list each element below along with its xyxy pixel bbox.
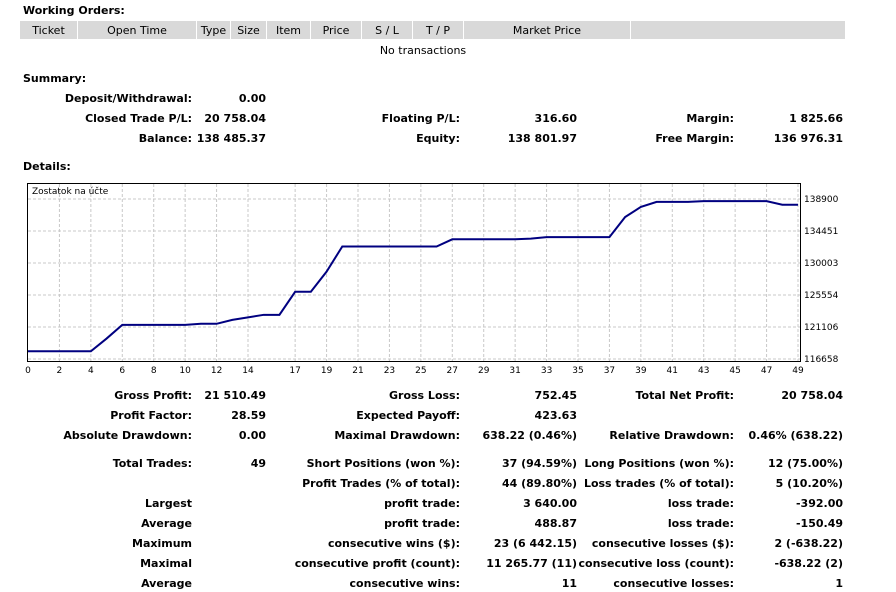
x-tick-label: 14 bbox=[242, 366, 254, 376]
maximal-label: Maximal bbox=[140, 557, 192, 570]
abs-drawdown-label: Absolute Drawdown: bbox=[63, 429, 192, 442]
y-tick-label: 116658 bbox=[804, 355, 839, 365]
loss-trades-label: Loss trades (% of total): bbox=[583, 477, 734, 490]
avg-cons-wins-label: consecutive wins: bbox=[349, 577, 460, 590]
short-positions-label: Short Positions (won %): bbox=[306, 457, 460, 470]
y-tick-label: 121106 bbox=[804, 323, 839, 333]
x-tick-label: 0 bbox=[25, 366, 31, 376]
avg-cons-losses-label: consecutive losses: bbox=[613, 577, 734, 590]
largest-loss-label: loss trade: bbox=[667, 497, 734, 510]
x-tick-label: 2 bbox=[57, 366, 63, 376]
chart-plot-area bbox=[27, 183, 801, 362]
profit-trades-value: 44 (89.80%) bbox=[501, 477, 577, 490]
largest-loss-value: -392.00 bbox=[795, 497, 843, 510]
max-drawdown-label: Maximal Drawdown: bbox=[334, 429, 460, 442]
largest-profit-value: 3 640.00 bbox=[523, 497, 577, 510]
rel-drawdown-label: Relative Drawdown: bbox=[609, 429, 734, 442]
maximal-loss-value: -638.22 (2) bbox=[774, 557, 843, 570]
x-tick-label: 25 bbox=[415, 366, 426, 376]
y-tick-label: 134451 bbox=[804, 227, 838, 237]
long-positions-value: 12 (75.00%) bbox=[767, 457, 843, 470]
gross-profit-label: Gross Profit: bbox=[114, 389, 192, 402]
largest-profit-label: profit trade: bbox=[384, 497, 460, 510]
max-cons-losses-label: consecutive losses ($): bbox=[591, 537, 734, 550]
gross-loss-label: Gross Loss: bbox=[389, 389, 460, 402]
expected-payoff-label: Expected Payoff: bbox=[356, 409, 460, 422]
long-positions-label: Long Positions (won %): bbox=[584, 457, 734, 470]
profit-trades-label: Profit Trades (% of total): bbox=[302, 477, 460, 490]
rel-drawdown-value: 0.46% (638.22) bbox=[748, 429, 844, 442]
x-tick-label: 10 bbox=[179, 366, 191, 376]
x-tick-label: 43 bbox=[698, 366, 709, 376]
average-profit-label: profit trade: bbox=[384, 517, 460, 530]
x-tick-label: 39 bbox=[635, 366, 647, 376]
short-positions-value: 37 (94.59%) bbox=[501, 457, 577, 470]
average-loss-label: loss trade: bbox=[667, 517, 734, 530]
avg-cons-wins-value: 11 bbox=[561, 577, 577, 590]
expected-payoff-value: 423.63 bbox=[534, 409, 577, 422]
maximal-profit-value: 11 265.77 (11) bbox=[486, 557, 577, 570]
average-profit-value: 488.87 bbox=[534, 517, 577, 530]
total-trades-label: Total Trades: bbox=[112, 457, 192, 470]
y-tick-label: 138900 bbox=[804, 195, 839, 205]
x-tick-label: 8 bbox=[151, 366, 157, 376]
y-tick-label: 130003 bbox=[804, 259, 838, 269]
x-tick-label: 37 bbox=[604, 366, 615, 376]
x-tick-label: 47 bbox=[761, 366, 772, 376]
max-cons-wins-label: consecutive wins ($): bbox=[327, 537, 460, 550]
profit-factor-value: 28.59 bbox=[231, 409, 266, 422]
max-drawdown-value: 638.22 (0.46%) bbox=[482, 429, 578, 442]
x-tick-label: 4 bbox=[88, 366, 94, 376]
x-tick-label: 27 bbox=[447, 366, 458, 376]
maximum-label: Maximum bbox=[132, 537, 192, 550]
total-net-value: 20 758.04 bbox=[781, 389, 843, 402]
balance-chart: Zostatok na účte 0 2 4 6 8 10 12 14 17 19 21 23 25 27… bbox=[25, 183, 839, 376]
x-tick-label: 6 bbox=[119, 366, 125, 376]
chart-title: Zostatok na účte bbox=[32, 186, 109, 197]
gross-profit-value: 21 510.49 bbox=[204, 389, 266, 402]
gross-loss-value: 752.45 bbox=[534, 389, 577, 402]
x-tick-label: 19 bbox=[321, 366, 333, 376]
x-tick-label: 23 bbox=[384, 366, 395, 376]
x-tick-label: 35 bbox=[572, 366, 583, 376]
total-net-label: Total Net Profit: bbox=[635, 389, 735, 402]
maximal-profit-label: consecutive profit (count): bbox=[294, 557, 460, 570]
average-loss-value: -150.49 bbox=[795, 517, 843, 530]
largest-label: Largest bbox=[145, 497, 192, 510]
x-tick-label: 41 bbox=[667, 366, 678, 376]
profit-factor-label: Profit Factor: bbox=[110, 409, 192, 422]
average-label: Average bbox=[141, 517, 192, 530]
loss-trades-value: 5 (10.20%) bbox=[775, 477, 843, 490]
x-tick-label: 17 bbox=[289, 366, 300, 376]
max-cons-wins-value: 23 (6 442.15) bbox=[493, 537, 577, 550]
avg-cons-losses-value: 1 bbox=[835, 577, 843, 590]
abs-drawdown-value: 0.00 bbox=[238, 429, 266, 442]
max-cons-losses-value: 2 (-638.22) bbox=[774, 537, 843, 550]
x-tick-label: 21 bbox=[352, 366, 363, 376]
x-tick-label: 31 bbox=[509, 366, 520, 376]
x-tick-label: 49 bbox=[792, 366, 804, 376]
x-tick-label: 45 bbox=[729, 366, 740, 376]
average2-label: Average bbox=[141, 577, 192, 590]
y-tick-label: 125554 bbox=[804, 291, 839, 301]
x-tick-label: 29 bbox=[478, 366, 490, 376]
maximal-loss-label: consecutive loss (count): bbox=[578, 557, 734, 570]
x-tick-label: 33 bbox=[541, 366, 552, 376]
x-tick-label: 12 bbox=[211, 366, 222, 376]
total-trades-value: 49 bbox=[250, 457, 266, 470]
